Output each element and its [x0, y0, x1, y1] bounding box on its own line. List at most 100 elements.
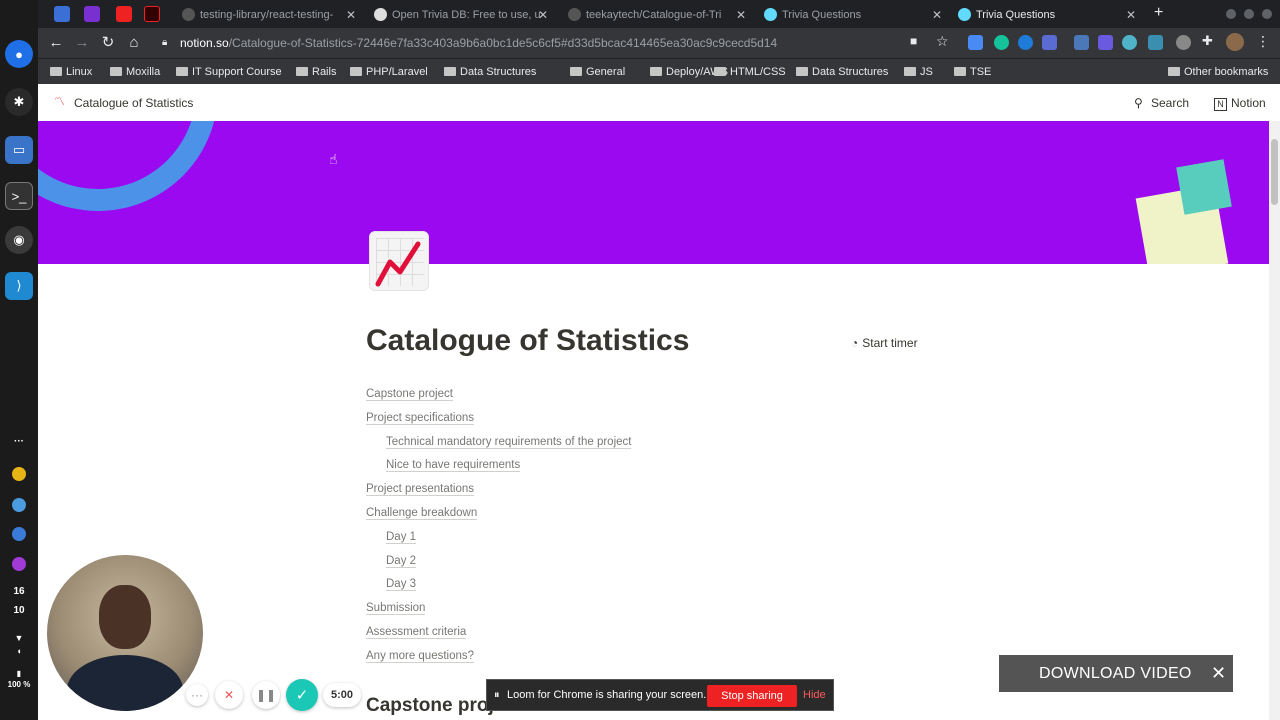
camera-icon[interactable]: ■ [910, 34, 917, 48]
toc-link[interactable]: Day 2 [366, 551, 766, 575]
zoom-tray-icon[interactable] [12, 527, 26, 541]
toc-link[interactable]: Capstone project [366, 384, 766, 408]
search-icon: ⚲ [1134, 96, 1143, 110]
home-icon[interactable]: ⌂ [124, 33, 144, 53]
github-icon [182, 8, 195, 21]
drag-handle-icon[interactable]: ⏸ [494, 689, 500, 702]
download-video-banner[interactable]: DOWNLOAD VIDEO ✕ [999, 655, 1233, 692]
volume-icon[interactable]: ◖ [0, 646, 38, 656]
bookmark-folder[interactable]: Data Structures [794, 64, 888, 80]
minimize-window-button[interactable] [1226, 9, 1236, 19]
close-tab-icon[interactable]: ✕ [346, 4, 356, 26]
bookmark-folder[interactable]: HTML/CSS [712, 64, 786, 80]
reload-icon[interactable]: ↻ [98, 33, 118, 53]
bookmark-folder[interactable]: Moxilla [108, 64, 160, 80]
maximize-window-button[interactable] [1244, 9, 1254, 19]
toc-link[interactable]: Day 1 [366, 527, 766, 551]
bookmark-folder[interactable]: JS [902, 64, 933, 80]
address-bar[interactable]: 🔒︎ notion.so/Catalogue-of-Statistics-724… [158, 31, 908, 55]
toc-link[interactable]: Assessment criteria [366, 622, 766, 646]
more-dots-icon[interactable]: ··· [0, 436, 38, 447]
bookmark-folder[interactable]: Data Structures [442, 64, 536, 80]
loom-pause-button[interactable]: ❚❚ [252, 681, 280, 709]
folder-icon [444, 67, 456, 76]
chart-trend-icon [375, 241, 421, 287]
pinned-tab-youtube-icon[interactable] [116, 6, 132, 22]
loom-tray-icon[interactable] [12, 557, 26, 571]
wifi-icon[interactable]: ▼ [0, 633, 38, 643]
toc-link[interactable]: Any more questions? [366, 646, 766, 670]
toc-link[interactable]: Challenge breakdown [366, 503, 766, 527]
bookmark-folder[interactable]: Linux [48, 64, 92, 80]
stop-sharing-button[interactable]: Stop sharing [707, 685, 797, 707]
terminal-icon[interactable]: >_ [5, 182, 33, 210]
close-tab-icon[interactable]: ✕ [932, 4, 942, 26]
hide-notice-button[interactable]: Hide [803, 689, 826, 701]
extension-target-icon[interactable] [1176, 35, 1191, 50]
pinned-tab-recording-icon[interactable] [144, 6, 160, 22]
firefox-icon[interactable]: ● [5, 40, 33, 68]
scrollbar-thumb[interactable] [1271, 139, 1278, 205]
page-scrollbar[interactable] [1269, 121, 1280, 720]
close-tab-icon[interactable]: ✕ [1126, 4, 1136, 26]
bookmark-folder[interactable]: PHP/Laravel [348, 64, 428, 80]
folder-icon [904, 67, 916, 76]
close-icon[interactable]: ✕ [1211, 663, 1226, 684]
files-icon[interactable]: ▭ [5, 136, 33, 164]
toc-link[interactable]: Day 3 [366, 574, 766, 598]
search-button[interactable]: ⚲ Search [1134, 96, 1189, 110]
close-tab-icon[interactable]: ✕ [538, 4, 548, 26]
page-icon[interactable] [369, 231, 429, 291]
toc-link[interactable]: Nice to have requirements [366, 455, 766, 479]
toc-link[interactable]: Project presentations [366, 479, 766, 503]
loom-webcam-bubble[interactable] [47, 555, 203, 711]
slack-icon[interactable]: ✱ [5, 88, 33, 116]
vscode-icon[interactable]: ⟩ [5, 272, 33, 300]
tab-react-testing-library[interactable]: testing-library/react-testing- ✕ [178, 4, 356, 26]
bookmark-folder[interactable]: Rails [294, 64, 336, 80]
bookmark-folder[interactable]: TSE [952, 64, 991, 80]
pinned-tab-docs-icon[interactable] [54, 6, 70, 22]
toc-link[interactable]: Technical mandatory requirements of the … [366, 432, 766, 456]
notion-button[interactable]: N Notion [1214, 96, 1266, 111]
menu-kebab-icon[interactable]: ⋮ [1256, 33, 1270, 50]
chrome-icon[interactable]: ◉ [5, 226, 33, 254]
bookmark-star-icon[interactable]: ☆ [936, 33, 949, 50]
page-title[interactable]: Catalogue of Statistics [366, 324, 689, 358]
close-tab-icon[interactable]: ✕ [736, 4, 746, 26]
tab-trivia-questions-2[interactable]: Trivia Questions ✕ [954, 4, 1136, 26]
extension-react-icon[interactable] [1122, 35, 1137, 50]
extension-grammarly-icon[interactable] [994, 35, 1009, 50]
extension-timer-icon[interactable] [1042, 35, 1057, 50]
forward-icon[interactable]: → [72, 33, 92, 53]
loom-cancel-button[interactable]: ✕ [215, 681, 243, 709]
tab-trivia-questions-1[interactable]: Trivia Questions ✕ [760, 4, 942, 26]
loom-more-icon[interactable]: ··· [186, 684, 208, 706]
pinned-tab-app-icon[interactable] [84, 6, 100, 22]
other-bookmarks[interactable]: Other bookmarks [1166, 64, 1268, 80]
presenter-face [99, 585, 151, 649]
page-cover[interactable] [38, 121, 1269, 264]
start-timer-button[interactable]: ◔ Start timer [851, 336, 918, 350]
extension-chat-icon[interactable] [1098, 35, 1113, 50]
bookmark-folder[interactable]: IT Support Course [174, 64, 282, 80]
extensions-puzzle-icon[interactable]: ✚ [1202, 33, 1213, 49]
loom-finish-button[interactable]: ✓ [286, 679, 318, 711]
back-icon[interactable]: ← [46, 33, 66, 53]
breadcrumb-page-title[interactable]: Catalogue of Statistics [74, 96, 193, 110]
extension-pen-icon[interactable] [1148, 35, 1163, 50]
toc-link[interactable]: Submission [366, 598, 766, 622]
battery-icon[interactable]: ▮ [0, 669, 38, 678]
extension-edit-icon[interactable] [968, 35, 983, 50]
toc-link[interactable]: Project specifications [366, 408, 766, 432]
tab-catalogue-repo[interactable]: teekaytech/Catalogue-of-Tri ✕ [564, 4, 746, 26]
extension-c-icon[interactable] [1018, 35, 1033, 50]
new-tab-icon[interactable]: + [1154, 4, 1163, 22]
profile-avatar[interactable] [1226, 33, 1244, 51]
tab-open-trivia-db[interactable]: Open Trivia DB: Free to use, u ✕ [370, 4, 548, 26]
extension-share-icon[interactable] [1074, 35, 1089, 50]
slack-tray-icon[interactable] [12, 498, 26, 512]
warning-icon[interactable] [12, 467, 26, 481]
close-window-button[interactable] [1262, 9, 1272, 19]
bookmark-folder[interactable]: General [568, 64, 625, 80]
